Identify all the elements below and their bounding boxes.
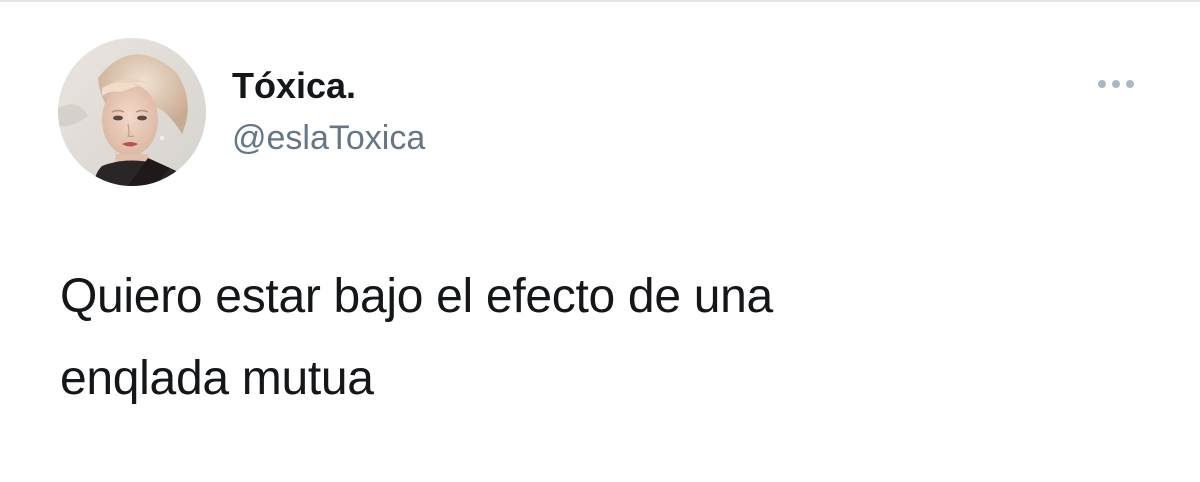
more-options-button[interactable] — [1092, 70, 1140, 98]
tweet-text: Quiero estar bajo el efecto de una enqla… — [60, 270, 773, 405]
tweet-card: Tóxica. @eslaToxica Quiero estar bajo el… — [0, 0, 1200, 482]
author-handle[interactable]: @eslaToxica — [232, 116, 425, 160]
author-avatar[interactable] — [58, 38, 206, 186]
portrait-avatar-icon — [58, 38, 206, 186]
more-horizontal-icon — [1098, 80, 1134, 88]
author-display-name[interactable]: Tóxica. — [232, 64, 356, 108]
